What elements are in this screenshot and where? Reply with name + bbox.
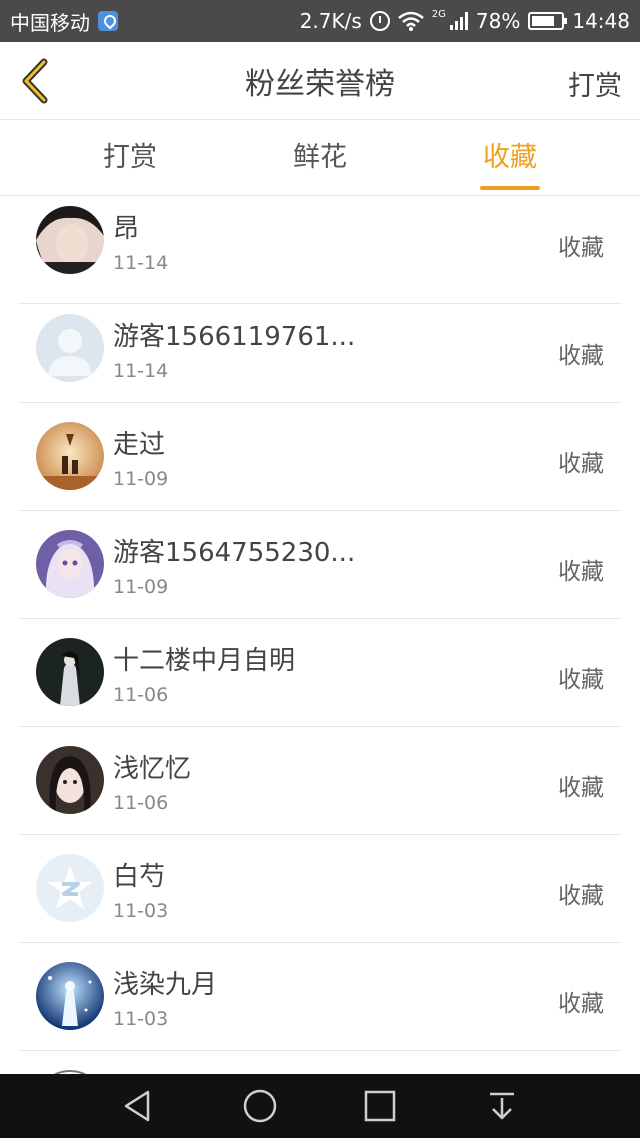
wifi-icon	[397, 11, 424, 31]
user-name: 白芍	[113, 862, 166, 892]
avatar	[36, 422, 104, 490]
user-name: 游客1564755230...	[113, 538, 356, 568]
header: 粉丝荣誉榜 打赏	[0, 42, 640, 120]
battery-icon	[528, 12, 568, 30]
avatar	[36, 638, 104, 706]
list-item[interactable]: 浅忆忆 11-06 收藏	[18, 727, 622, 835]
list-item[interactable]: 十二楼中月自明 11-06 收藏	[18, 619, 622, 727]
user-name: 十二楼中月自明	[113, 646, 296, 676]
back-icon[interactable]	[120, 1088, 156, 1124]
date: 11-06	[113, 684, 169, 706]
tab-flowers[interactable]: 鲜花	[290, 120, 350, 196]
favorite-label: 收藏	[558, 559, 604, 585]
avatar	[36, 854, 104, 922]
tab-bar: 打赏 鲜花 收藏	[0, 120, 640, 196]
system-nav-bar	[0, 1074, 640, 1138]
status-bar: 中国移动 2.7K/s 2G 78% 14:48	[0, 0, 640, 42]
date: 11-03	[113, 1008, 169, 1030]
avatar	[36, 206, 104, 274]
list-item[interactable]: 游客1566119761... 11-14 收藏	[18, 295, 622, 403]
date: 11-09	[113, 576, 169, 598]
favorite-label: 收藏	[558, 883, 604, 909]
clock: 14:48	[572, 9, 630, 33]
favorite-label: 收藏	[558, 235, 604, 261]
carrier-label: 中国移动	[10, 10, 90, 35]
favorite-label: 收藏	[558, 451, 604, 477]
user-name: 昂	[113, 214, 140, 244]
location-icon	[98, 11, 118, 31]
avatar	[36, 962, 104, 1030]
back-button[interactable]	[14, 56, 58, 106]
date: 11-14	[113, 252, 169, 274]
list-item[interactable]: 白芍 11-03 收藏	[18, 835, 622, 943]
date: 11-03	[113, 900, 169, 922]
network-type-label: 2G	[431, 8, 446, 20]
tip-button[interactable]: 打赏	[568, 64, 622, 103]
avatar	[36, 530, 104, 598]
favorite-label: 收藏	[558, 343, 604, 369]
notification-pull-icon[interactable]	[484, 1088, 520, 1124]
tab-tips[interactable]: 打赏	[100, 120, 160, 196]
favorite-label: 收藏	[558, 667, 604, 693]
user-name: 浅染九月	[113, 970, 218, 1000]
user-name: 浅忆忆	[113, 754, 192, 784]
date: 11-09	[113, 468, 169, 490]
list-item[interactable]: 浅染九月 11-03 收藏	[18, 943, 622, 1051]
user-name: 游客1566119761...	[113, 322, 356, 352]
avatar	[36, 314, 104, 382]
chevron-left-icon	[22, 58, 48, 104]
tab-favorites[interactable]: 收藏	[480, 120, 540, 196]
network-speed: 2.7K/s	[299, 9, 362, 33]
recents-icon[interactable]	[362, 1088, 398, 1124]
avatar	[36, 746, 104, 814]
fan-list: 昂 11-14 收藏 游客1566119761... 11-14 收藏 走过 1…	[0, 196, 640, 1074]
list-item[interactable]: 昂 11-14 收藏	[18, 196, 622, 304]
alarm-icon	[369, 11, 390, 31]
date: 11-06	[113, 792, 169, 814]
page-title: 粉丝荣誉榜	[245, 66, 395, 102]
date: 11-14	[113, 360, 169, 382]
favorite-label: 收藏	[558, 991, 604, 1017]
home-icon[interactable]	[242, 1088, 278, 1124]
signal-icon	[449, 12, 468, 30]
battery-percent: 78%	[475, 9, 521, 33]
list-item[interactable]: 走过 11-09 收藏	[18, 403, 622, 511]
user-name: 走过	[113, 430, 166, 460]
favorite-label: 收藏	[558, 775, 604, 801]
list-item[interactable]: 游客1564755230... 11-09 收藏	[18, 511, 622, 619]
qzone-logo-icon	[36, 854, 104, 922]
default-user-icon	[36, 314, 104, 382]
list-item[interactable]	[18, 1051, 622, 1074]
